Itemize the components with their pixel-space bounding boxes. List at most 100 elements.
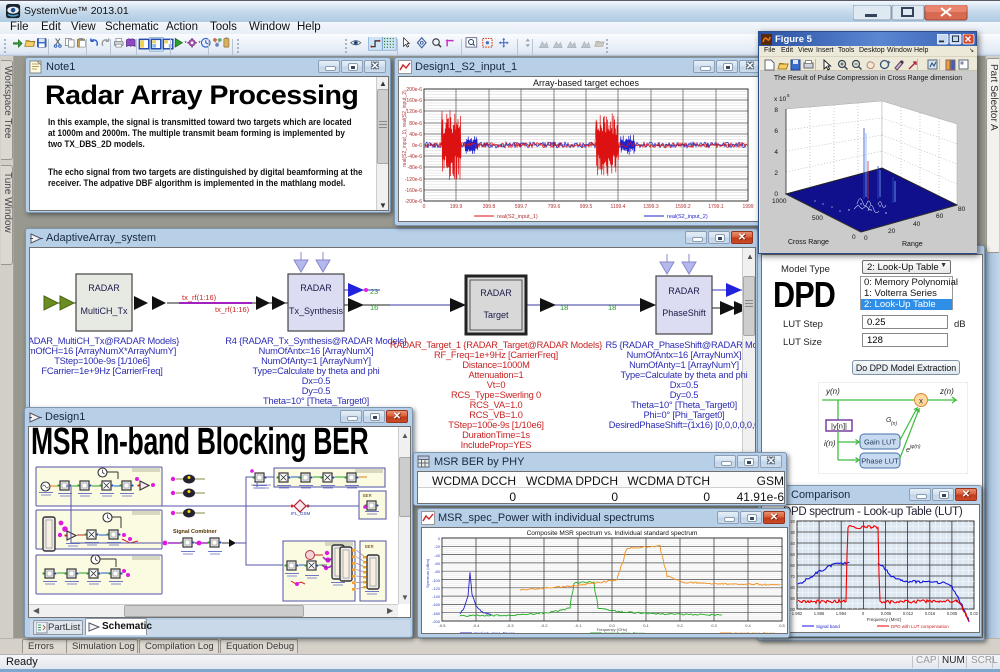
svg-text:MultiCH_Tx: MultiCH_Tx [80,306,128,316]
svg-text:RADAR: RADAR [480,288,512,298]
svg-text:23: 23 [370,287,378,296]
svg-text:0: 0 [774,191,778,198]
svg-text:599.7: 599.7 [515,204,528,210]
svg-text:PhaseShift: PhaseShift [662,308,706,318]
svg-text:Signal Combiner: Signal Combiner [173,529,218,535]
svg-text:-0.3: -0.3 [507,623,515,628]
svg-text:Spectrum (dBm): Spectrum (dBm) [425,558,430,588]
svg-text:-40e-6: -40e-6 [408,154,423,160]
svg-text:500: 500 [812,215,823,222]
svg-text:DPD with LUT compensation: DPD with LUT compensation [891,624,949,629]
svg-text:0.005: 0.005 [947,611,958,616]
svg-text:real(S2_input_1), real(S2_inpu: real(S2_input_1), real(S2_input_2) [402,90,408,167]
svg-text:1999: 1999 [742,204,753,210]
svg-text:120e-6: 120e-6 [406,109,422,115]
svg-text:IFL_GSM: IFL_GSM [291,511,311,516]
svg-text:0.2: 0.2 [677,623,683,628]
svg-text:0: 0 [852,234,856,241]
svg-text:199.9: 199.9 [450,204,463,210]
svg-text:Carrier2_spec_Power: Carrier2_spec_Power [604,631,645,634]
svg-text:RADAR: RADAR [300,283,332,293]
svg-text:799.6: 799.6 [548,204,561,210]
svg-text:BER: BER [365,544,374,549]
svg-text:1399.3: 1399.3 [643,204,659,210]
svg-text:Carrier3_spec_Power: Carrier3_spec_Power [734,631,775,634]
svg-text:5: 5 [787,93,790,98]
svg-text:Composite MSR spectrum vs. Ind: Composite MSR spectrum vs. Individual st… [527,530,698,537]
svg-text:40: 40 [913,221,921,228]
svg-text:160e-6: 160e-6 [406,98,422,104]
svg-text:real(S2_input_1): real(S2_input_1) [497,214,538,220]
svg-text:tx_rf(1:16): tx_rf(1:16) [215,305,250,314]
svg-text:399.8: 399.8 [483,204,496,210]
svg-text:40e-6: 40e-6 [409,132,422,138]
svg-text:-200e-6: -200e-6 [405,199,422,205]
svg-text:6: 6 [774,128,778,135]
svg-text:z(n): z(n) [939,387,954,396]
svg-text:-60: -60 [434,561,441,566]
svg-text:-0.4: -0.4 [473,623,481,628]
svg-text:0: 0 [438,536,441,541]
svg-text:20: 20 [888,228,896,235]
svg-text:200e-6: 200e-6 [406,87,422,93]
svg-text:1799.1: 1799.1 [708,204,724,210]
svg-text:-40: -40 [434,553,441,558]
svg-text:-200: -200 [432,619,441,624]
svg-text:Tx_Synthesis: Tx_Synthesis [289,306,344,316]
svg-text:-20: -20 [434,544,441,549]
svg-text:0.012: 0.012 [903,611,914,616]
svg-text:0.016: 0.016 [925,611,936,616]
svg-text:8: 8 [774,107,778,114]
svg-text:Carrier1_spec_Power: Carrier1_spec_Power [474,631,515,634]
svg-text:-120e-6: -120e-6 [405,177,422,183]
svg-text:-0.1: -0.1 [575,623,583,628]
svg-text:y(n): y(n) [825,387,840,396]
svg-text:BER: BER [363,493,372,498]
svg-text:Frequency (MHz): Frequency (MHz) [867,617,902,622]
svg-text:-160: -160 [432,602,441,607]
svg-text:Range: Range [902,241,923,248]
svg-text:0.4: 0.4 [745,623,751,628]
svg-text:0: 0 [423,204,426,210]
svg-text:0e-6: 0e-6 [412,143,422,149]
svg-text:0.1: 0.1 [643,623,649,628]
svg-text:1000: 1000 [772,198,787,205]
svg-text:jφ(n): jφ(n) [909,444,921,450]
svg-text:-180: -180 [432,611,441,616]
svg-text:real(S2_input_2): real(S2_input_2) [667,214,708,220]
svg-text:-80: -80 [434,569,441,574]
svg-text:0.02: 0.02 [970,611,979,616]
svg-text:80: 80 [958,206,966,213]
svg-text:-100: -100 [432,578,441,583]
svg-text:tx_rf(1:16): tx_rf(1:16) [182,293,217,302]
svg-text:2: 2 [774,170,778,177]
svg-text:1.986: 1.986 [814,611,825,616]
svg-text:999.5: 999.5 [580,204,593,210]
svg-text:-0.2: -0.2 [541,623,549,628]
svg-text:16: 16 [370,303,378,312]
svg-text:1199.4: 1199.4 [611,204,626,210]
svg-text:0.3: 0.3 [711,623,717,628]
svg-text:The Result of Pulse Compressio: The Result of Pulse Compression in Cross… [774,75,962,82]
svg-text:Target: Target [483,310,509,320]
svg-text:Array-based target echoes: Array-based target echoes [533,78,640,88]
svg-text:RADAR: RADAR [88,283,120,293]
svg-text:-160e-6: -160e-6 [405,188,422,194]
svg-text:x: x [919,397,923,406]
svg-text:RADAR: RADAR [668,286,700,296]
svg-text:18: 18 [560,303,568,312]
svg-text:(n): (n) [891,421,897,427]
svg-text:x 10: x 10 [774,96,787,103]
svg-text:Signal band: Signal band [816,624,840,629]
svg-text:0.5: 0.5 [779,623,785,628]
svg-text:-140: -140 [432,594,441,599]
svg-text:1599.2: 1599.2 [675,204,691,210]
svg-text:Phase LUT: Phase LUT [861,457,899,466]
svg-text:1.994: 1.994 [836,611,847,616]
svg-text:4: 4 [774,149,778,156]
svg-text:0: 0 [862,611,865,616]
svg-text:80e-6: 80e-6 [409,121,422,127]
svg-text:|y[n]|: |y[n]| [831,422,847,431]
svg-text:-120: -120 [432,586,441,591]
svg-text:Gain LUT: Gain LUT [864,438,897,447]
